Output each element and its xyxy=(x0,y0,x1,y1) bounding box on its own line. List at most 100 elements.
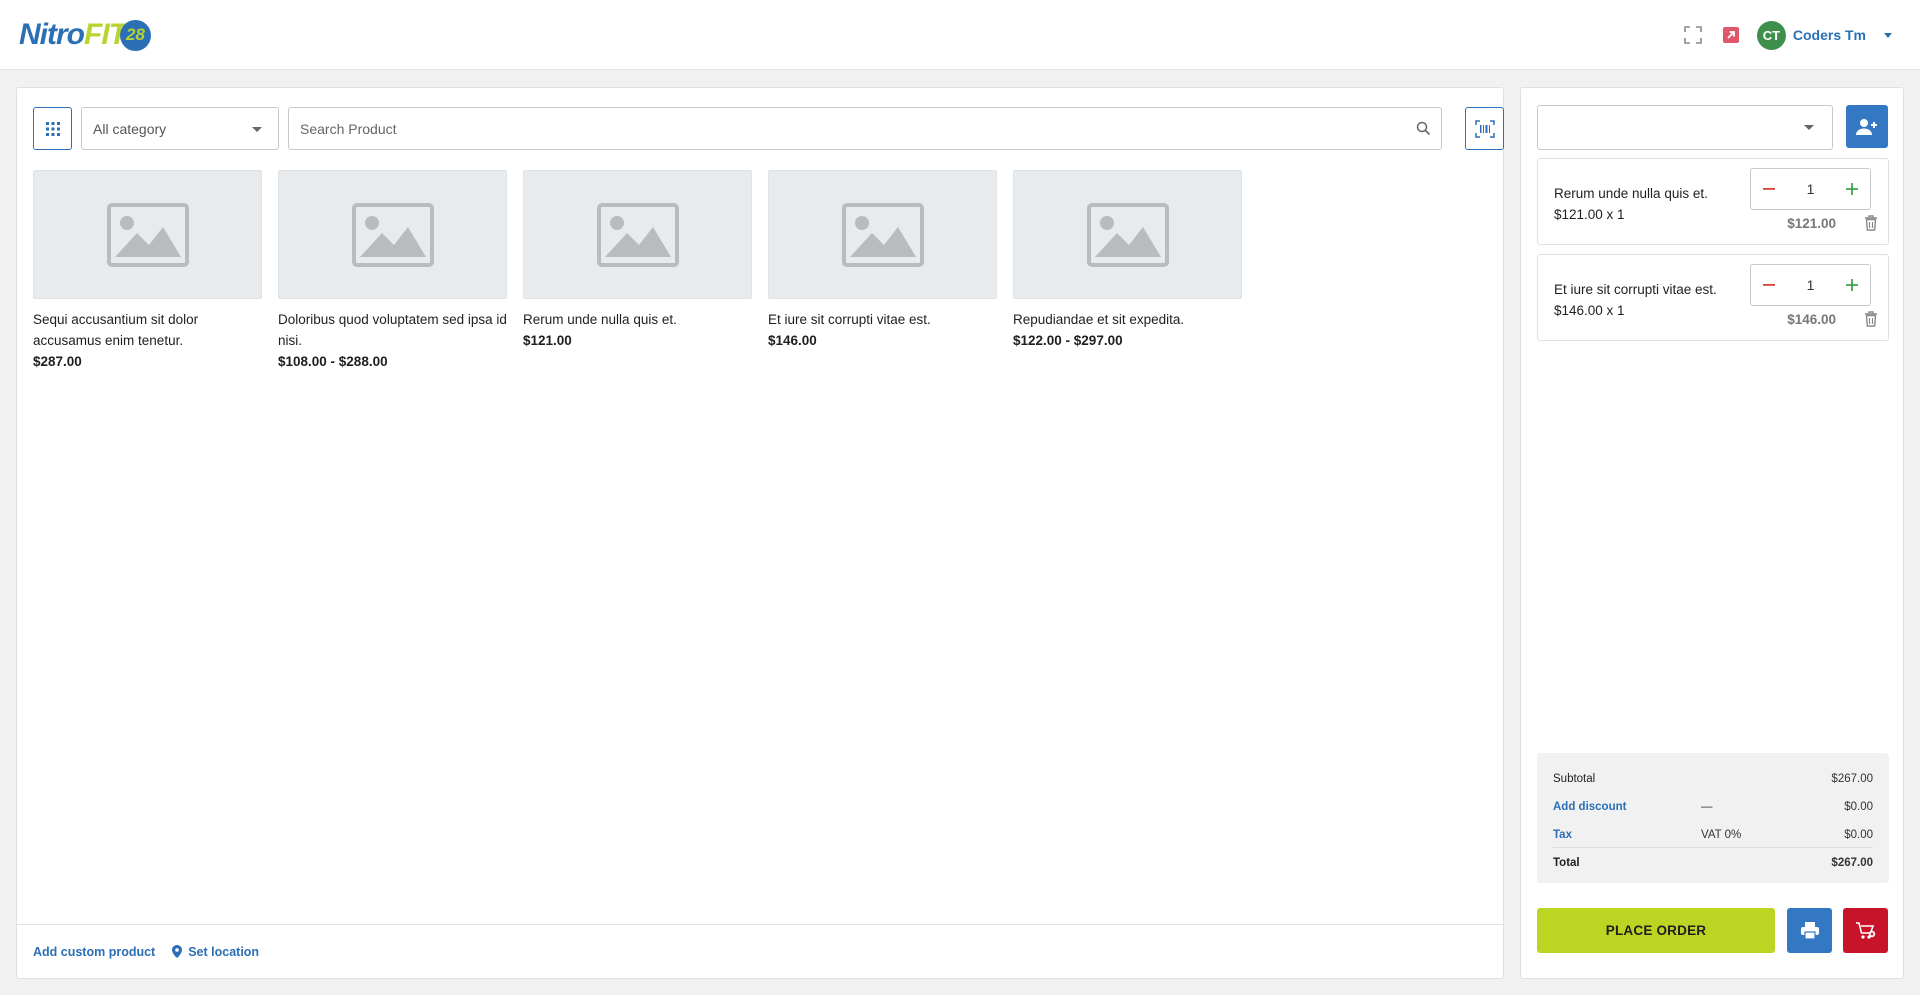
cart-item-name: Et iure sit corrupti vitae est. xyxy=(1554,282,1717,297)
barcode-scan-button[interactable] xyxy=(1465,107,1504,150)
caret-down-icon xyxy=(252,127,262,132)
barcode-icon xyxy=(1474,119,1495,138)
search-field xyxy=(288,107,1442,150)
image-placeholder-icon xyxy=(841,202,924,267)
decrease-quantity-button[interactable] xyxy=(1751,169,1787,209)
search-input[interactable] xyxy=(289,108,1389,149)
product-name: Sequi accusantium sit dolor accusamus en… xyxy=(33,312,199,348)
discount-row: Add discount — $0.00 xyxy=(1553,798,1873,816)
logo-badge: 28 xyxy=(120,19,151,51)
search-icon[interactable] xyxy=(1416,121,1431,136)
tax-value: $0.00 xyxy=(1844,829,1873,841)
quantity-stepper: 1 xyxy=(1750,168,1871,210)
tax-detail: VAT 0% xyxy=(1701,829,1742,841)
product-name: Doloribus quod voluptatem sed ipsa id ni… xyxy=(278,312,507,348)
product-image xyxy=(33,170,262,299)
user-plus-icon xyxy=(1856,118,1877,135)
product-price: $122.00 - $297.00 xyxy=(1013,333,1123,348)
summary-divider xyxy=(1553,847,1873,848)
map-pin-icon xyxy=(172,945,183,958)
discount-detail: — xyxy=(1701,801,1713,813)
grid-view-button[interactable] xyxy=(33,107,72,150)
logo-text-nitro: Nitro xyxy=(19,18,85,51)
product-price: $146.00 xyxy=(768,333,817,348)
chevron-down-icon[interactable] xyxy=(1884,32,1892,38)
user-name[interactable]: Coders Tm xyxy=(1793,27,1866,43)
cart-item-price-qty: $121.00 x 1 xyxy=(1554,207,1625,222)
discount-value: $0.00 xyxy=(1844,801,1873,813)
product-name: Repudiandae et sit expedita. xyxy=(1013,312,1185,327)
customer-select[interactable] xyxy=(1537,105,1833,150)
minus-icon xyxy=(1763,284,1775,286)
product-grid: Sequi accusantium sit dolor accusamus en… xyxy=(33,170,1258,372)
tax-row: Tax VAT 0% $0.00 xyxy=(1553,826,1873,844)
product-price: $108.00 - $288.00 xyxy=(278,354,388,369)
cart-item: Et iure sit corrupti vitae est. $146.00 … xyxy=(1537,254,1889,341)
product-card[interactable]: Repudiandae et sit expedita. $122.00 - $… xyxy=(1013,170,1242,372)
category-select-value: All category xyxy=(93,120,167,137)
print-button[interactable] xyxy=(1787,908,1832,953)
subtotal-label: Subtotal xyxy=(1553,773,1596,785)
increase-quantity-button[interactable] xyxy=(1834,169,1870,209)
cart-item: Rerum unde nulla quis et. $121.00 x 1 1 … xyxy=(1537,158,1889,245)
increase-quantity-button[interactable] xyxy=(1834,265,1870,305)
add-customer-button[interactable] xyxy=(1846,105,1888,148)
grid-icon xyxy=(45,121,60,136)
category-select[interactable]: All category xyxy=(81,107,279,150)
product-panel: All category Sequi accusantium sit dolor… xyxy=(16,87,1504,979)
product-price: $121.00 xyxy=(523,333,572,348)
cart-item-name: Rerum unde nulla quis et. xyxy=(1554,186,1708,201)
product-image xyxy=(523,170,752,299)
add-discount-link[interactable]: Add discount xyxy=(1553,801,1701,813)
decrease-quantity-button[interactable] xyxy=(1751,265,1787,305)
image-placeholder-icon xyxy=(351,202,434,267)
product-name: Et iure sit corrupti vitae est. xyxy=(768,312,931,327)
image-placeholder-icon xyxy=(596,202,679,267)
quantity-value[interactable]: 1 xyxy=(1791,181,1831,197)
product-image xyxy=(278,170,507,299)
plus-icon xyxy=(1846,279,1858,291)
set-location-label: Set location xyxy=(188,944,260,959)
product-toolbar: All category xyxy=(33,107,1504,152)
product-card[interactable]: Doloribus quod voluptatem sed ipsa id ni… xyxy=(278,170,507,372)
product-price: $287.00 xyxy=(33,354,82,369)
plus-icon xyxy=(1846,183,1858,195)
cart-item-total: $146.00 xyxy=(1787,312,1836,327)
add-custom-product-link[interactable]: Add custom product xyxy=(33,945,155,959)
image-placeholder-icon xyxy=(1086,202,1169,267)
printer-icon xyxy=(1800,922,1819,939)
total-value: $267.00 xyxy=(1831,857,1873,869)
quantity-stepper: 1 xyxy=(1750,264,1871,306)
order-summary: Subtotal $267.00 Add discount — $0.00 Ta… xyxy=(1537,753,1889,883)
cart-remove-icon xyxy=(1855,921,1875,939)
trash-icon[interactable] xyxy=(1864,215,1878,231)
subtotal-row: Subtotal $267.00 xyxy=(1553,770,1873,788)
product-image xyxy=(1013,170,1242,299)
top-header: Nitro FIT 28 CT Coders Tm xyxy=(0,0,1920,70)
caret-down-icon xyxy=(1804,125,1814,130)
minus-icon xyxy=(1763,188,1775,190)
trash-icon[interactable] xyxy=(1864,311,1878,327)
clear-cart-button[interactable] xyxy=(1843,908,1888,953)
image-placeholder-icon xyxy=(106,202,189,267)
product-card[interactable]: Rerum unde nulla quis et. $121.00 xyxy=(523,170,752,372)
quantity-value[interactable]: 1 xyxy=(1791,277,1831,293)
avatar[interactable]: CT xyxy=(1756,20,1786,50)
product-card[interactable]: Sequi accusantium sit dolor accusamus en… xyxy=(33,170,262,372)
place-order-button[interactable]: PLACE ORDER xyxy=(1537,908,1775,953)
product-name: Rerum unde nulla quis et. xyxy=(523,312,677,327)
external-link-icon[interactable] xyxy=(1719,23,1743,47)
cart-item-total: $121.00 xyxy=(1787,216,1836,231)
fullscreen-icon[interactable] xyxy=(1681,23,1705,47)
total-row: Total $267.00 xyxy=(1553,854,1873,872)
cart-panel: Rerum unde nulla quis et. $121.00 x 1 1 … xyxy=(1520,87,1904,979)
set-location-link[interactable]: Set location xyxy=(172,945,259,959)
logo[interactable]: Nitro FIT 28 xyxy=(19,18,151,52)
total-label: Total xyxy=(1553,857,1580,869)
product-panel-footer: Add custom product Set location xyxy=(17,924,1503,978)
tax-link[interactable]: Tax xyxy=(1553,829,1701,841)
product-card[interactable]: Et iure sit corrupti vitae est. $146.00 xyxy=(768,170,997,372)
header-actions: CT Coders Tm xyxy=(1681,20,1892,50)
cart-item-price-qty: $146.00 x 1 xyxy=(1554,303,1625,318)
product-image xyxy=(768,170,997,299)
